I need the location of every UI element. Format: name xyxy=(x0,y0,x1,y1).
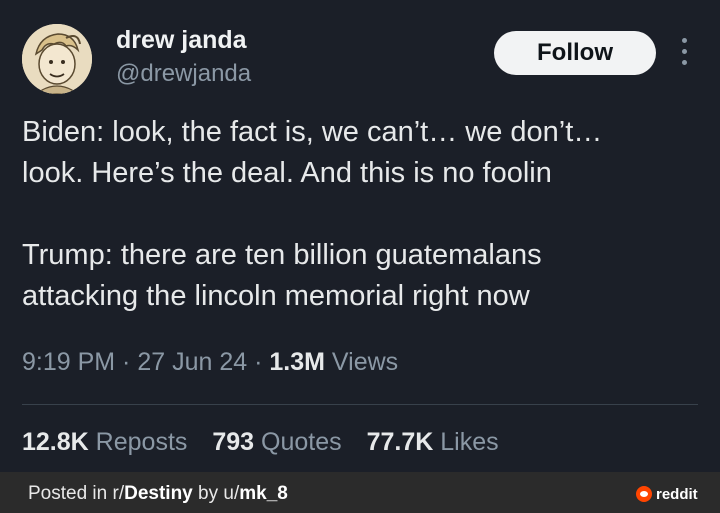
likes-count: 77.7K xyxy=(366,428,434,456)
tweet-date[interactable]: 27 Jun 24 xyxy=(137,348,247,376)
quotes-label: Quotes xyxy=(261,428,342,456)
user-link[interactable]: mk_8 xyxy=(239,483,288,504)
reddit-badge: reddit xyxy=(636,485,698,503)
reposts-stat[interactable]: 12.8K Reposts xyxy=(22,428,187,457)
reddit-wordmark: reddit xyxy=(656,485,698,503)
footer-prefix: Posted in r/ xyxy=(28,483,125,504)
footer-by: by u/ xyxy=(192,483,240,504)
tweet-line: Biden: look, the fact is, we can’t… we d… xyxy=(22,116,603,148)
cartoon-boy-avatar-icon xyxy=(22,24,92,94)
meta-separator: · xyxy=(115,348,138,376)
author-name[interactable]: drew janda xyxy=(116,26,247,55)
tweet-line: Trump: there are ten billion guatemalans xyxy=(22,239,542,271)
divider xyxy=(22,404,698,405)
follow-button[interactable]: Follow xyxy=(494,31,656,75)
tweet-line: look. Here’s the deal. And this is no fo… xyxy=(22,157,552,189)
views-count: 1.3M xyxy=(269,348,325,376)
quotes-stat[interactable]: 793 Quotes xyxy=(212,428,341,457)
quotes-count: 793 xyxy=(212,428,255,456)
tweet-card: drew janda @drewjanda Follow Biden: look… xyxy=(0,0,720,472)
tweet-meta: 9:19 PM · 27 Jun 24 · 1.3M Views xyxy=(22,348,398,377)
views-label: Views xyxy=(324,348,399,376)
reposts-label: Reposts xyxy=(95,428,188,456)
likes-stat[interactable]: 77.7K Likes xyxy=(367,428,499,457)
subreddit-link[interactable]: Destiny xyxy=(124,483,193,504)
likes-label: Likes xyxy=(440,428,499,456)
engagement-stats: 12.8K Reposts 793 Quotes 77.7K Likes xyxy=(22,428,517,457)
meta-separator: · xyxy=(247,348,270,376)
reposts-count: 12.8K xyxy=(22,428,89,456)
tweet-line: attacking the lincoln memorial right now xyxy=(22,280,530,312)
tweet-text: Biden: look, the fact is, we can’t… we d… xyxy=(22,112,702,317)
reddit-icon xyxy=(636,486,652,502)
tweet-time[interactable]: 9:19 PM xyxy=(22,348,115,376)
author-handle[interactable]: @drewjanda xyxy=(116,60,251,88)
footer-attribution: Posted in r/Destiny by u/mk_8 xyxy=(28,483,288,505)
avatar[interactable] xyxy=(22,24,92,94)
reddit-footer: Posted in r/Destiny by u/mk_8 reddit xyxy=(0,472,720,513)
more-vertical-icon[interactable] xyxy=(677,38,691,70)
